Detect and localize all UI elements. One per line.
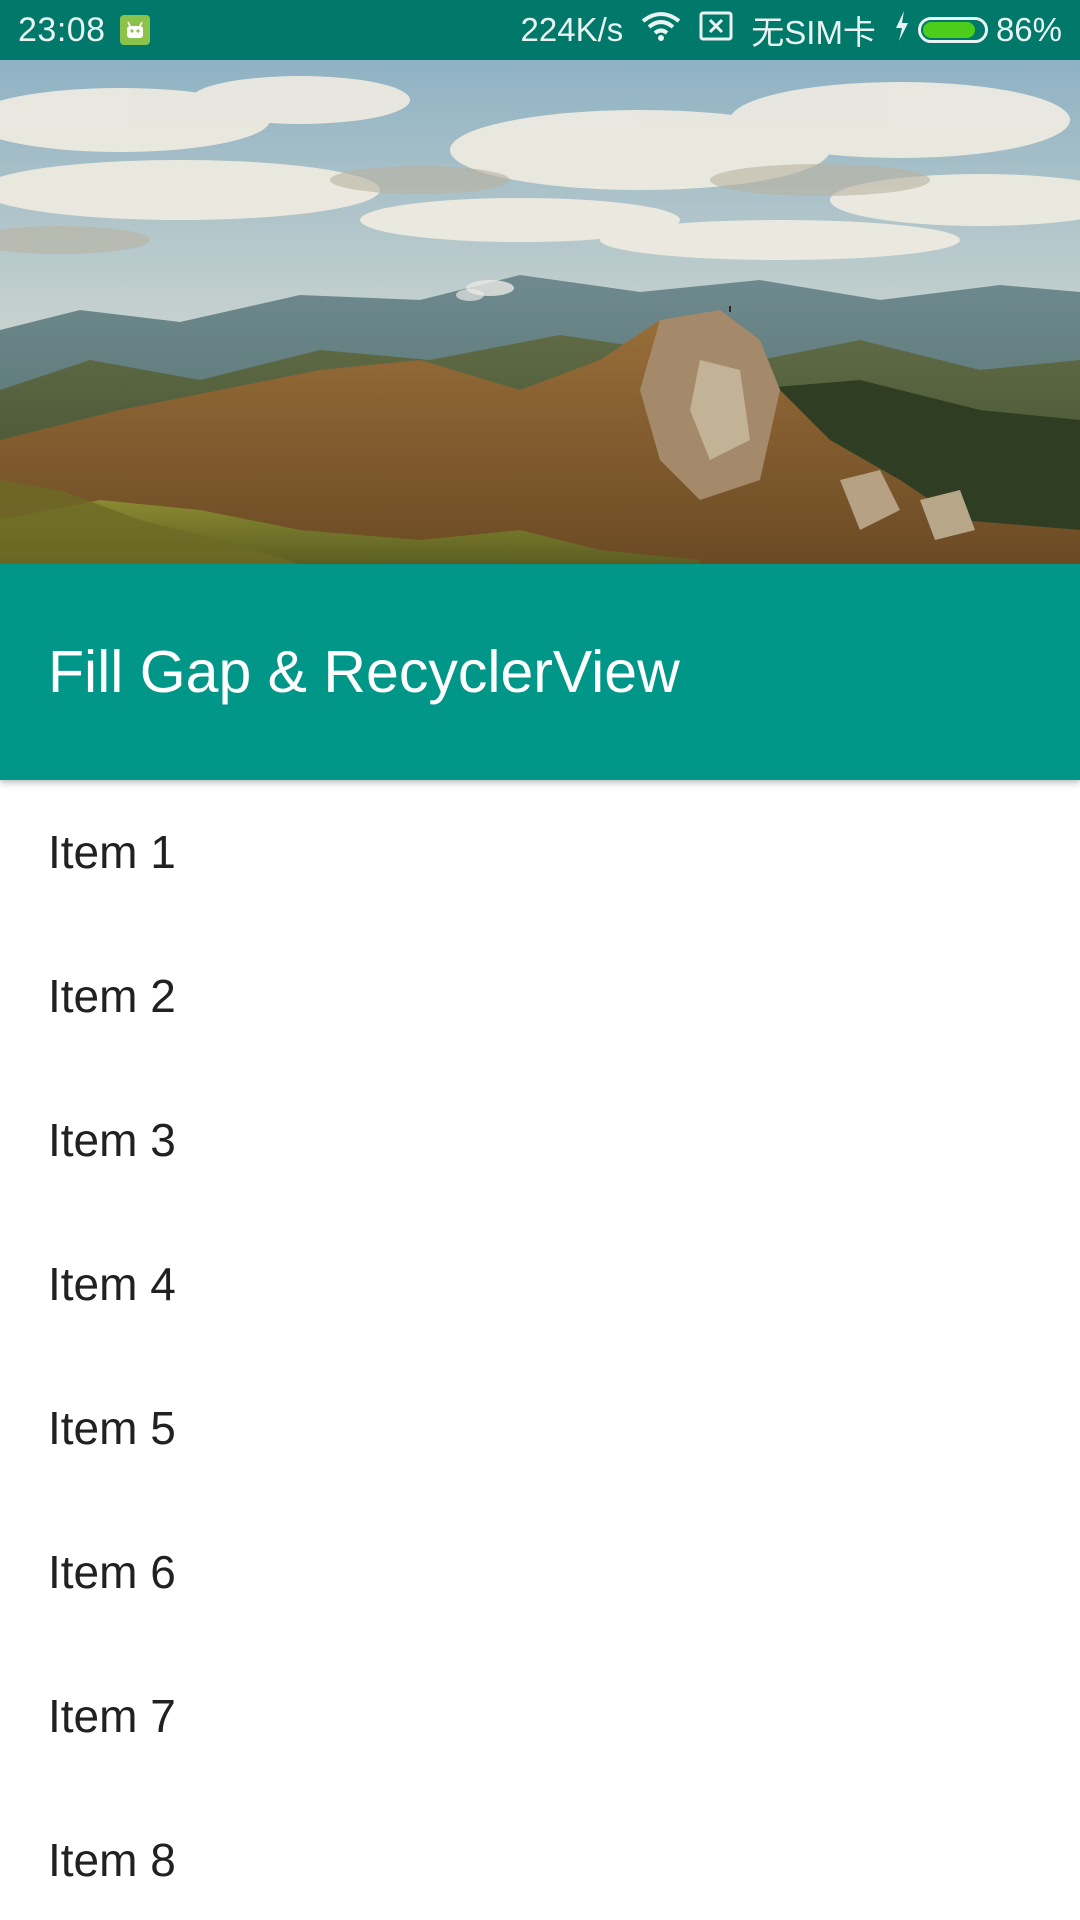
list-item[interactable]: Item 3 xyxy=(0,1068,1080,1212)
recycler-list[interactable]: Item 1 Item 2 Item 3 Item 4 Item 5 Item … xyxy=(0,780,1080,1920)
status-bar: 23:08 224K/s 无SIM卡 86% xyxy=(0,0,1080,60)
list-item[interactable]: Item 6 xyxy=(0,1500,1080,1644)
list-item-label: Item 3 xyxy=(48,1114,176,1166)
list-item-label: Item 5 xyxy=(48,1402,176,1454)
charging-icon xyxy=(894,11,910,49)
battery-fill xyxy=(922,22,975,38)
list-item-label: Item 6 xyxy=(48,1546,176,1598)
app-screen: 23:08 224K/s 无SIM卡 86% Fill Gap & Recycl… xyxy=(0,0,1080,1920)
battery-percent: 86% xyxy=(995,11,1062,48)
toolbar: Fill Gap & RecyclerView xyxy=(0,564,1080,780)
status-right-group: 224K/s 无SIM卡 86% xyxy=(521,6,1062,54)
list-item-label: Item 4 xyxy=(48,1258,176,1310)
battery-icon xyxy=(917,17,988,43)
toolbar-title: Fill Gap & RecyclerView xyxy=(48,639,680,705)
header-image xyxy=(0,60,1080,564)
sim-status: 无SIM卡 xyxy=(751,14,876,51)
mountain-landscape-image xyxy=(0,60,1080,564)
list-item-label: Item 1 xyxy=(48,826,176,878)
no-sim-icon xyxy=(699,11,733,49)
list-item-label: Item 8 xyxy=(48,1834,176,1886)
list-item[interactable]: Item 7 xyxy=(0,1644,1080,1788)
android-notification-icon xyxy=(119,15,150,45)
list-item[interactable]: Item 4 xyxy=(0,1212,1080,1356)
list-item[interactable]: Item 8 xyxy=(0,1788,1080,1920)
network-speed: 224K/s xyxy=(520,11,624,48)
list-item[interactable]: Item 1 xyxy=(0,780,1080,924)
list-item-label: Item 7 xyxy=(48,1690,176,1742)
wifi-icon xyxy=(641,11,681,49)
list-item-label: Item 2 xyxy=(48,970,176,1022)
status-time: 23:08 xyxy=(18,10,106,49)
list-item[interactable]: Item 5 xyxy=(0,1356,1080,1500)
list-item[interactable]: Item 2 xyxy=(0,924,1080,1068)
battery-group: 86% xyxy=(894,11,1062,49)
